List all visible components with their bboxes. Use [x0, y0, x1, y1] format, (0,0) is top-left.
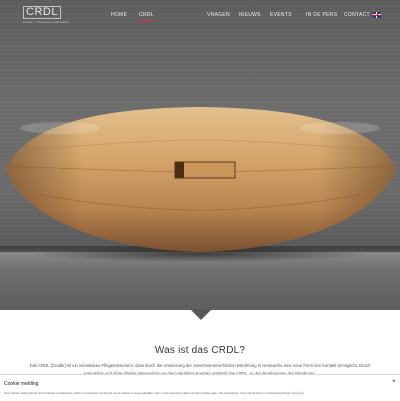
nav-item-nieuws[interactable]: NIEUWS	[239, 12, 261, 18]
wooden-instrument-image	[6, 107, 396, 262]
nav-item-in-de-pers[interactable]: IN DE PERS	[306, 12, 337, 18]
cookie-text: Deze website maakt gebruik van functione…	[4, 392, 396, 395]
cookie-read-more-link[interactable]: lees meer	[292, 392, 303, 395]
nav-item-vragen[interactable]: VRAGEN	[207, 12, 230, 18]
close-icon[interactable]: ×	[392, 379, 396, 385]
nav-item-events[interactable]: EVENTS	[270, 12, 292, 18]
cookie-title: Cookie melding	[4, 381, 39, 387]
section-pointer	[190, 309, 212, 320]
hero-banner	[0, 0, 400, 310]
cookie-message: Deze website maakt gebruik van functione…	[4, 392, 292, 395]
flag-cross-red-v	[376, 12, 378, 18]
nav-item-contact[interactable]: CONTACT	[344, 12, 370, 18]
nav-item-home[interactable]: HOME	[111, 12, 127, 18]
nav-item-crdl[interactable]: CRDL	[139, 12, 154, 21]
site-logo[interactable]: CRDL	[23, 6, 61, 19]
top-navigation: CRDL Cradle · interactive instrument HOM…	[0, 0, 400, 30]
cookie-banner: Cookie melding × Deze website maakt gebr…	[0, 374, 400, 401]
uk-flag-icon[interactable]	[373, 12, 381, 18]
section-title: Was ist das CRDL?	[154, 345, 246, 356]
logo-tagline: Cradle · interactive instrument	[23, 20, 70, 24]
